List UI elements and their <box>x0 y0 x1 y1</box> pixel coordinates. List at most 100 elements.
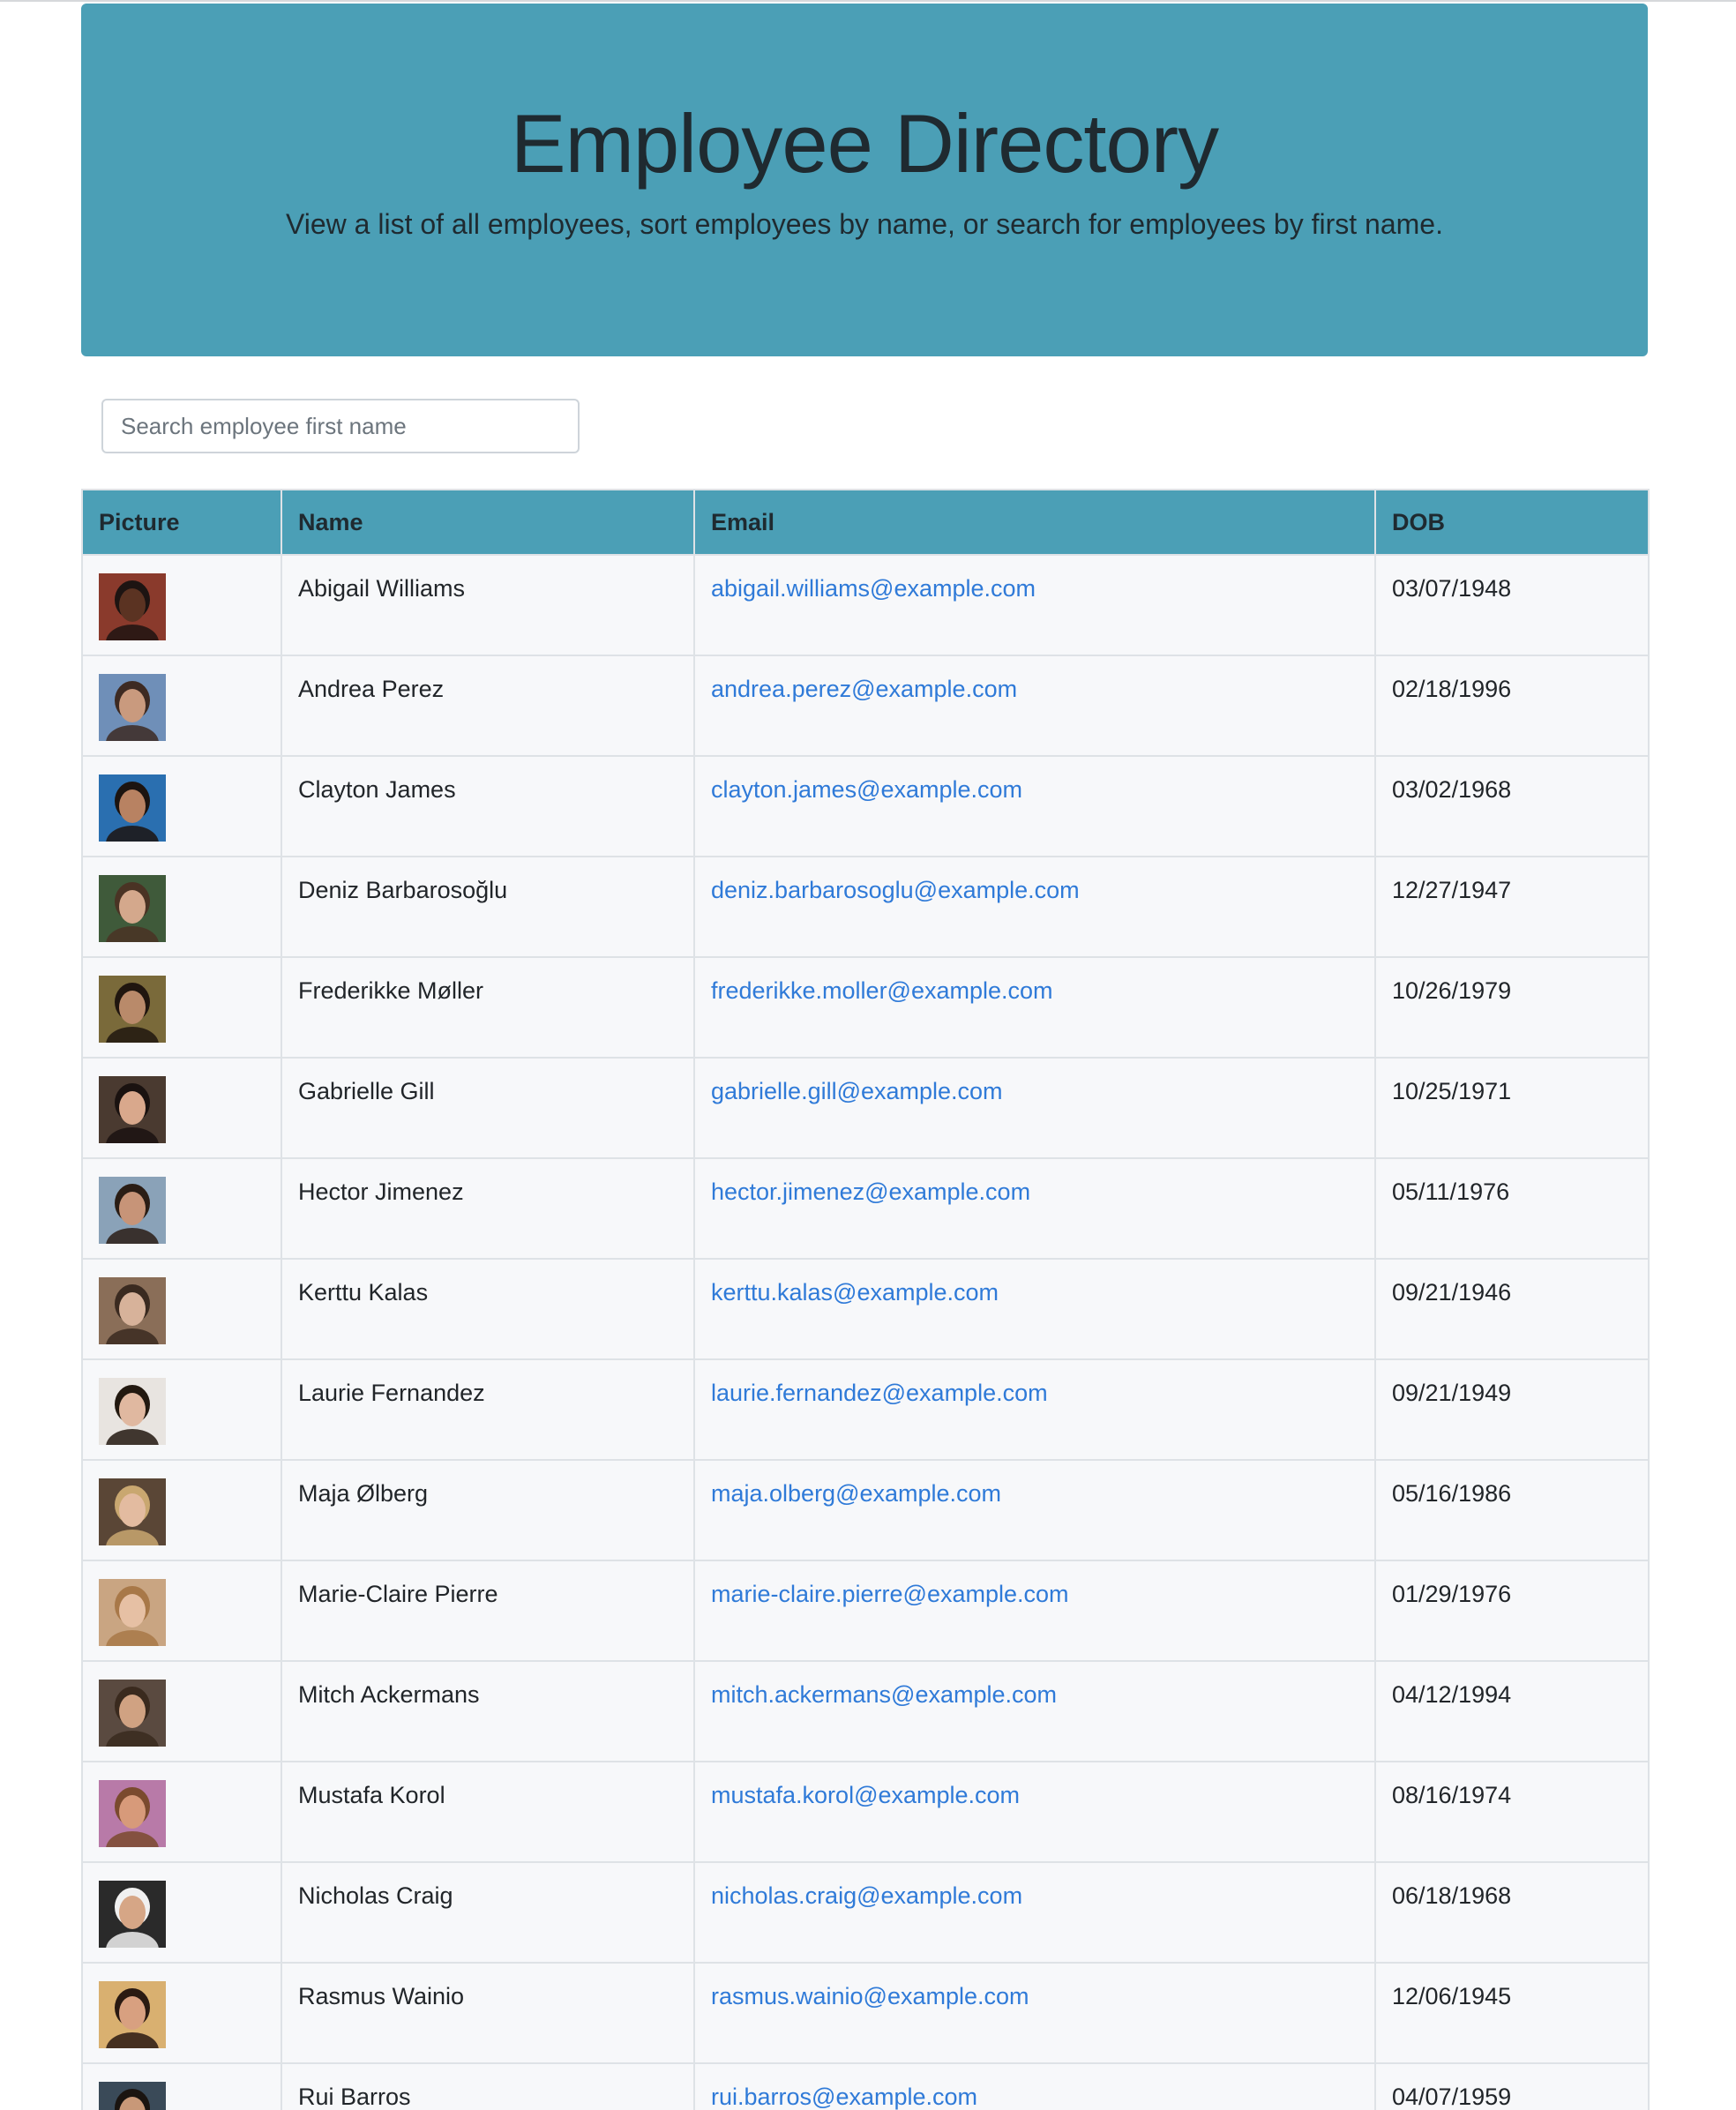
table-row: Clayton James clayton.james@example.com 03… <box>81 755 1650 857</box>
employee-avatar <box>99 976 166 1043</box>
employee-name: Marie-Claire Pierre <box>281 1560 695 1662</box>
email-cell: laurie.fernandez@example.com <box>693 1358 1376 1461</box>
email-cell: mustafa.korol@example.com <box>693 1761 1376 1863</box>
employee-name: Laurie Fernandez <box>281 1358 695 1461</box>
employee-dob: 10/25/1971 <box>1374 1057 1650 1159</box>
picture-cell <box>81 956 282 1059</box>
employee-table-container: Picture Name Email DOB Abigail Williams a… <box>81 489 1650 2110</box>
employee-name: Mustafa Korol <box>281 1761 695 1863</box>
table-row: Andrea Perez andrea.perez@example.com 02/1… <box>81 655 1650 757</box>
employee-dob: 10/26/1979 <box>1374 956 1650 1059</box>
employee-email-link[interactable]: maja.olberg@example.com <box>711 1480 1001 1507</box>
employee-email-link[interactable]: mustafa.korol@example.com <box>711 1782 1020 1808</box>
employee-email-link[interactable]: deniz.barbarosoglu@example.com <box>711 877 1080 903</box>
employee-email-link[interactable]: gabrielle.gill@example.com <box>711 1078 1003 1104</box>
picture-cell <box>81 1660 282 1762</box>
picture-cell <box>81 755 282 857</box>
employee-avatar <box>99 1579 166 1646</box>
table-row: Abigail Williams abigail.williams@example… <box>81 554 1650 656</box>
employee-dob: 04/07/1959 <box>1374 2062 1650 2110</box>
employee-email-link[interactable]: mitch.ackermans@example.com <box>711 1681 1057 1708</box>
employee-dob: 05/16/1986 <box>1374 1459 1650 1561</box>
employee-email-link[interactable]: clayton.james@example.com <box>711 776 1022 803</box>
column-header-email[interactable]: Email <box>693 489 1376 556</box>
header-banner: Employee Directory View a list of all em… <box>81 4 1648 356</box>
page-title: Employee Directory <box>510 97 1219 190</box>
table-row: Deniz Barbarosoğlu deniz.barbarosoglu@exa… <box>81 856 1650 958</box>
employee-name: Mitch Ackermans <box>281 1660 695 1762</box>
employee-dob: 09/21/1946 <box>1374 1258 1650 1360</box>
employee-avatar <box>99 1177 166 1244</box>
picture-cell <box>81 1861 282 1964</box>
employee-email-link[interactable]: abigail.williams@example.com <box>711 575 1036 602</box>
picture-cell <box>81 1560 282 1662</box>
picture-cell <box>81 1459 282 1561</box>
column-header-dob[interactable]: DOB <box>1374 489 1650 556</box>
employee-dob: 03/02/1968 <box>1374 755 1650 857</box>
picture-cell <box>81 1962 282 2064</box>
table-row: Hector Jimenez hector.jimenez@example.com… <box>81 1157 1650 1260</box>
email-cell: frederikke.moller@example.com <box>693 956 1376 1059</box>
employee-name: Maja Ølberg <box>281 1459 695 1561</box>
employee-email-link[interactable]: kerttu.kalas@example.com <box>711 1279 999 1306</box>
employee-email-link[interactable]: laurie.fernandez@example.com <box>711 1380 1048 1406</box>
picture-cell <box>81 1761 282 1863</box>
table-row: Laurie Fernandez laurie.fernandez@example… <box>81 1358 1650 1461</box>
email-cell: hector.jimenez@example.com <box>693 1157 1376 1260</box>
employee-dob: 01/29/1976 <box>1374 1560 1650 1662</box>
employee-dob: 06/18/1968 <box>1374 1861 1650 1964</box>
email-cell: mitch.ackermans@example.com <box>693 1660 1376 1762</box>
employee-dob: 03/07/1948 <box>1374 554 1650 656</box>
email-cell: maja.olberg@example.com <box>693 1459 1376 1561</box>
table-row: Marie-Claire Pierre marie-claire.pierre@e… <box>81 1560 1650 1662</box>
employee-email-link[interactable]: hector.jimenez@example.com <box>711 1178 1030 1205</box>
search-container <box>101 399 580 453</box>
employee-name: Clayton James <box>281 755 695 857</box>
email-cell: andrea.perez@example.com <box>693 655 1376 757</box>
email-cell: marie-claire.pierre@example.com <box>693 1560 1376 1662</box>
employee-avatar <box>99 1881 166 1948</box>
table-row: Gabrielle Gill gabrielle.gill@example.com… <box>81 1057 1650 1159</box>
table-row: Mitch Ackermans mitch.ackermans@example.c… <box>81 1660 1650 1762</box>
employee-email-link[interactable]: marie-claire.pierre@example.com <box>711 1581 1069 1607</box>
employee-dob: 09/21/1949 <box>1374 1358 1650 1461</box>
employee-name: Hector Jimenez <box>281 1157 695 1260</box>
employee-name: Kerttu Kalas <box>281 1258 695 1360</box>
email-cell: abigail.williams@example.com <box>693 554 1376 656</box>
employee-avatar <box>99 875 166 942</box>
employee-avatar <box>99 1981 166 2048</box>
employee-email-link[interactable]: rasmus.wainio@example.com <box>711 1983 1029 2009</box>
picture-cell <box>81 554 282 656</box>
picture-cell <box>81 1157 282 1260</box>
table-row: Nicholas Craig nicholas.craig@example.com… <box>81 1861 1650 1964</box>
employee-dob: 05/11/1976 <box>1374 1157 1650 1260</box>
table-row: Mustafa Korol mustafa.korol@example.com 08… <box>81 1761 1650 1863</box>
email-cell: clayton.james@example.com <box>693 755 1376 857</box>
search-input[interactable] <box>101 399 580 453</box>
employee-email-link[interactable]: nicholas.craig@example.com <box>711 1882 1022 1909</box>
email-cell: nicholas.craig@example.com <box>693 1861 1376 1964</box>
employee-avatar <box>99 1780 166 1847</box>
employee-avatar <box>99 774 166 842</box>
table-row: Maja Ølberg maja.olberg@example.com 05/16/… <box>81 1459 1650 1561</box>
employee-email-link[interactable]: andrea.perez@example.com <box>711 676 1017 702</box>
table-row: Kerttu Kalas kerttu.kalas@example.com 09/2… <box>81 1258 1650 1360</box>
employee-dob: 08/16/1974 <box>1374 1761 1650 1863</box>
employee-name: Frederikke Møller <box>281 956 695 1059</box>
employee-table: Picture Name Email DOB Abigail Williams a… <box>81 489 1650 2110</box>
employee-avatar <box>99 573 166 640</box>
picture-cell <box>81 856 282 958</box>
table-row: Rasmus Wainio rasmus.wainio@example.com 12… <box>81 1962 1650 2064</box>
picture-cell <box>81 1057 282 1159</box>
employee-email-link[interactable]: frederikke.moller@example.com <box>711 977 1053 1004</box>
employee-dob: 04/12/1994 <box>1374 1660 1650 1762</box>
page: Employee Directory View a list of all em… <box>0 0 1736 2110</box>
employee-email-link[interactable]: rui.barros@example.com <box>711 2084 977 2110</box>
page-subtitle: View a list of all employees, sort emplo… <box>286 208 1443 240</box>
email-cell: rui.barros@example.com <box>693 2062 1376 2110</box>
employee-avatar <box>99 1478 166 1545</box>
employee-avatar <box>99 1277 166 1344</box>
column-header-name[interactable]: Name <box>281 489 695 556</box>
employee-name: Abigail Williams <box>281 554 695 656</box>
column-header-picture[interactable]: Picture <box>81 489 282 556</box>
